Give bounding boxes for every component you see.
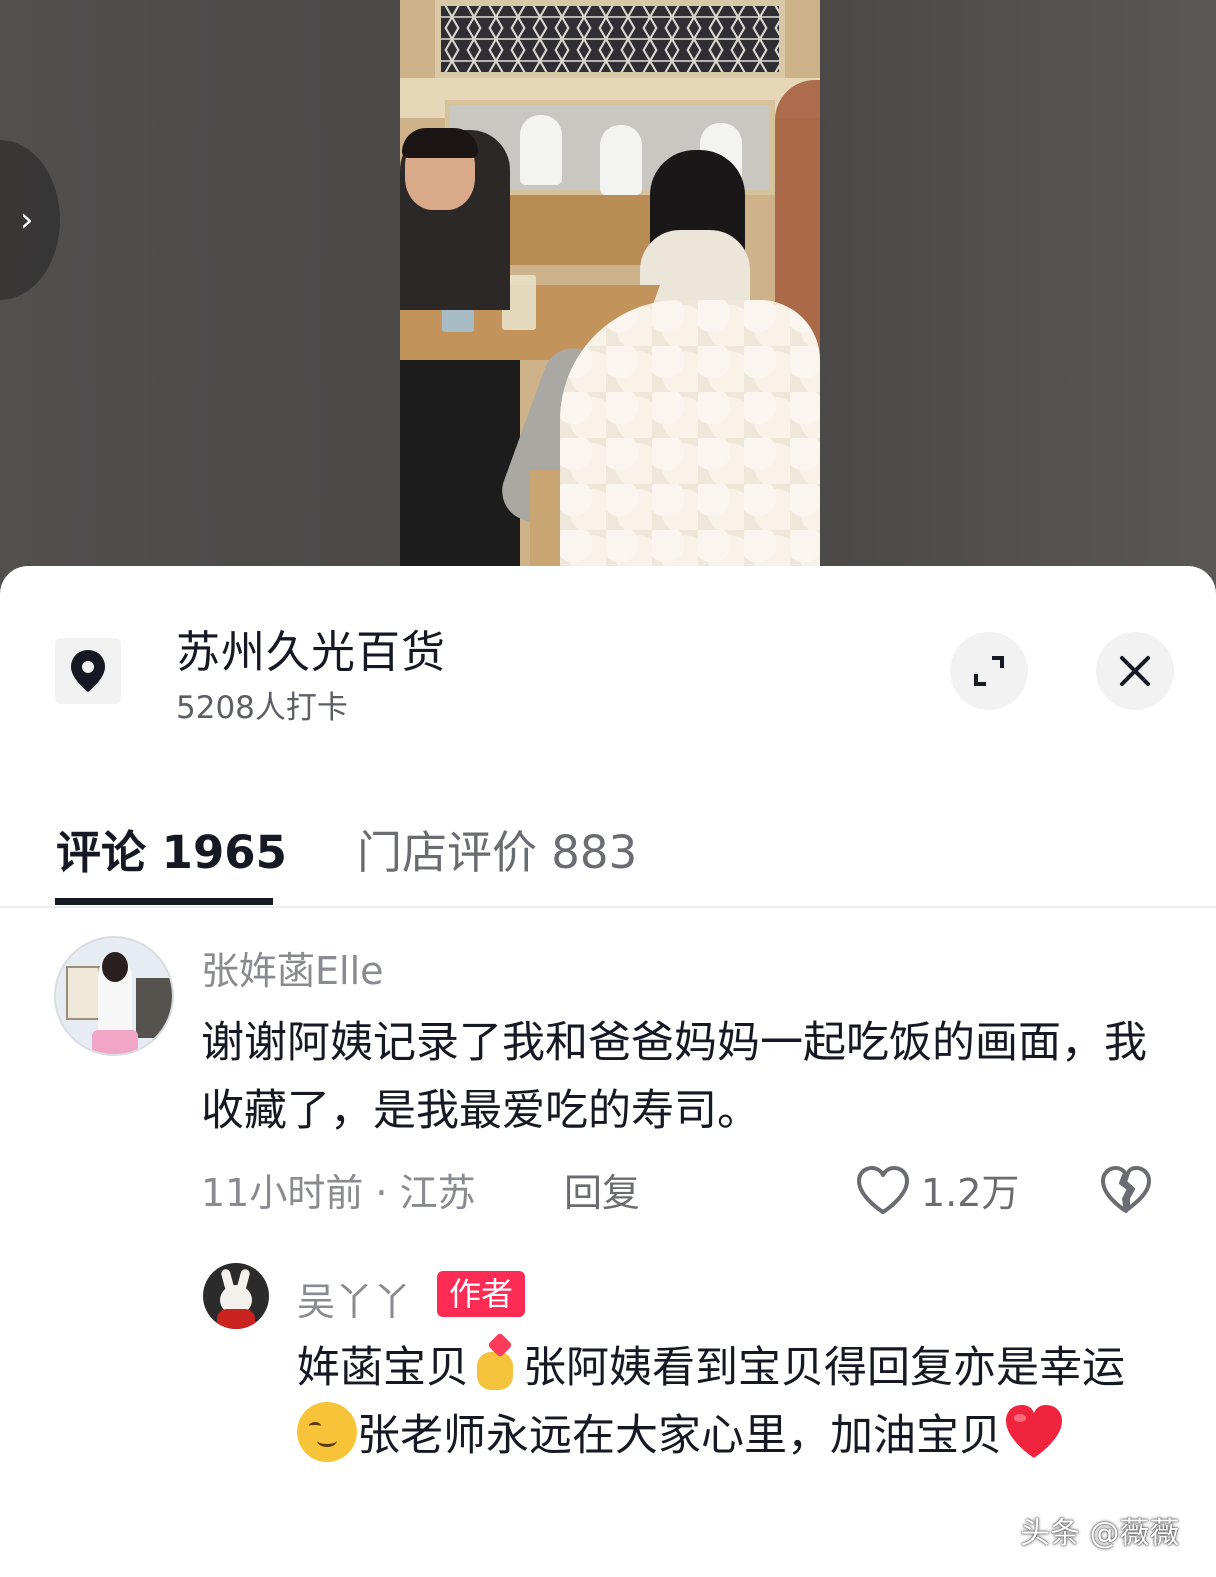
watermark: 头条 @薇薇 [1020, 1516, 1180, 1551]
tab-bar: 评论 1965 门店评价 883 [0, 796, 1216, 908]
next-media-button[interactable]: › [0, 140, 60, 300]
reply-username[interactable]: 吴丫丫 [297, 1271, 411, 1326]
comment-username[interactable]: 张姩菡Elle [201, 940, 384, 995]
reply-text: 姩菡宝贝 张阿姨看到宝贝得回复亦是幸运张老师永远在大家心里，加油宝贝 [297, 1332, 1177, 1470]
expand-icon [974, 656, 1004, 686]
expand-button[interactable] [950, 632, 1028, 710]
heart-outline-icon [857, 1166, 909, 1214]
avatar[interactable] [54, 936, 174, 1056]
comments-sheet: 苏州久光百货 5208人打卡 评论 1965 门店评价 883 张姩菡Elle … [0, 566, 1216, 1577]
close-button[interactable] [1096, 632, 1174, 710]
reply-button[interactable]: 回复 [564, 1162, 640, 1217]
checkin-count: 5208人打卡 [176, 690, 348, 726]
photo-lattice [435, 0, 785, 78]
restaurant-photo[interactable] [400, 0, 820, 570]
avatar[interactable] [203, 1263, 269, 1329]
author-badge: 作者 [437, 1271, 526, 1317]
dislike-button[interactable] [1099, 1164, 1153, 1220]
smile-emoji-icon [297, 1402, 357, 1462]
close-icon [1120, 656, 1150, 686]
finger-heart-emoji-icon [469, 1332, 523, 1392]
tab-store-reviews[interactable]: 门店评价 883 [357, 816, 637, 881]
like-count: 1.2万 [921, 1171, 1020, 1215]
comment-meta: 11小时前 · 江苏 [201, 1171, 476, 1215]
tab-comments[interactable]: 评论 1965 [56, 816, 287, 881]
broken-heart-icon [1101, 1166, 1151, 1213]
location-pin-icon [55, 638, 121, 704]
location-title[interactable]: 苏州久光百货 [176, 616, 446, 680]
comment-text: 谢谢阿姨记录了我和爸爸妈妈一起吃饭的画面，我收藏了，是我最爱吃的寿司。 [201, 1018, 1147, 1136]
chevron-right-icon: › [20, 200, 34, 240]
media-viewer: › [0, 0, 1216, 600]
red-heart-emoji-icon [1002, 1402, 1066, 1462]
active-tab-indicator [55, 898, 273, 905]
